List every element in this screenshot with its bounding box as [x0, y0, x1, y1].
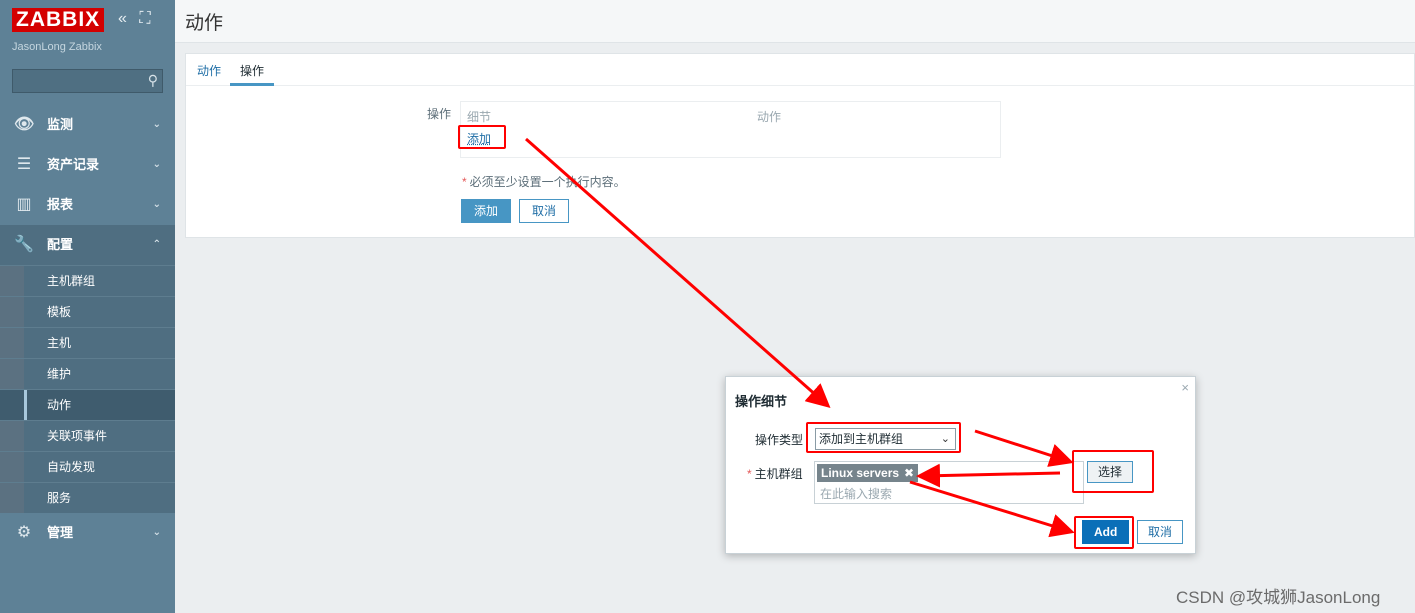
host-group-label-text: 主机群组: [754, 467, 803, 481]
tab-action[interactable]: 动作: [197, 62, 221, 79]
wrench-icon: 🔧: [14, 236, 34, 253]
chevron-down-icon: ⌄: [152, 199, 161, 210]
remove-chip-icon[interactable]: ✖: [904, 466, 914, 480]
cancel-button[interactable]: 取消: [519, 199, 570, 223]
required-note-text: 必须至少设置一个执行内容。: [469, 175, 626, 189]
server-name: JasonLong Zabbix: [12, 41, 102, 53]
operations-label: 操作: [427, 107, 452, 121]
chevron-down-icon: ⌄: [152, 119, 161, 130]
column-header-action: 动作: [757, 110, 782, 124]
close-icon[interactable]: ×: [1181, 380, 1189, 395]
menu-item-administration[interactable]: ⚙ 管理 ⌄: [0, 513, 175, 553]
chevron-up-icon: ⌃: [152, 239, 161, 250]
zabbix-logo[interactable]: ZABBIX: [12, 8, 105, 32]
search-icon[interactable]: ⚲: [148, 72, 158, 89]
selected-group-chip: Linux servers ✖: [817, 464, 919, 482]
annotation-highlight-box: [1072, 450, 1154, 493]
page-header: 动作: [175, 0, 1415, 43]
configuration-submenu: 主机群组 模板 主机 维护 动作 关联项事件 自动发现 服务: [0, 265, 175, 513]
menu-item-label: 监测: [47, 117, 74, 132]
host-group-search-input[interactable]: 在此输入搜索: [820, 485, 892, 502]
submenu-item-hosts[interactable]: 主机: [0, 327, 175, 358]
menu-item-label: 资产记录: [47, 157, 100, 172]
operations-table: 细节 动作 添加: [460, 101, 1001, 158]
list-icon: ☰: [16, 156, 32, 173]
dialog-cancel-button[interactable]: 取消: [1137, 520, 1184, 544]
watermark: CSDN @攻城狮JasonLong: [1176, 588, 1381, 607]
menu-item-label: 配置: [47, 237, 74, 252]
submenu-item-templates[interactable]: 模板: [0, 296, 175, 327]
chevron-down-icon: ⌄: [152, 159, 161, 170]
fullscreen-icon[interactable]: ⛶: [139, 10, 150, 27]
annotation-highlight-box: [1074, 516, 1134, 549]
column-header-details: 细节: [467, 110, 492, 124]
bar-chart-icon: ▥: [16, 196, 32, 213]
chip-label: Linux servers: [821, 466, 900, 480]
submenu-item-actions[interactable]: 动作: [0, 389, 175, 420]
submenu-item-maintenance[interactable]: 维护: [0, 358, 175, 389]
host-group-label: * 主机群组: [747, 465, 803, 482]
sidebar-search-input[interactable]: ⚲: [12, 69, 163, 93]
required-star: *: [747, 467, 752, 481]
menu-item-monitoring[interactable]: 👁 监测 ⌄: [0, 105, 175, 145]
add-button[interactable]: 添加: [461, 199, 512, 223]
menu-item-reports[interactable]: ▥ 报表 ⌄: [0, 185, 175, 225]
gear-icon: ⚙: [16, 524, 32, 541]
menu-item-configuration[interactable]: 🔧 配置 ⌃: [0, 225, 175, 265]
active-tab-indicator: [230, 83, 274, 86]
tab-bar: 动作 操作: [186, 54, 1414, 86]
submenu-item-event-correlation[interactable]: 关联项事件: [0, 420, 175, 451]
required-star: *: [462, 175, 467, 189]
action-form-panel: 动作 操作 操作 细节 动作 添加 * 必须至少设置一个执行内容。 添加 取消: [185, 53, 1415, 238]
submenu-item-services[interactable]: 服务: [0, 482, 175, 513]
sidebar-controls: « ⛶: [118, 10, 159, 28]
main-menu: 👁 监测 ⌄ ☰ 资产记录 ⌄ ▥ 报表 ⌄ 🔧 配置 ⌃ 主机群组 模板 主机…: [0, 105, 175, 553]
chevron-down-icon: ⌄: [152, 527, 161, 538]
collapse-sidebar-icon[interactable]: «: [118, 10, 127, 27]
submenu-item-host-groups[interactable]: 主机群组: [0, 265, 175, 296]
annotation-highlight-box: [806, 422, 961, 453]
menu-item-label: 报表: [47, 197, 74, 212]
tab-operations[interactable]: 操作: [240, 62, 264, 79]
annotation-highlight-box: [458, 125, 506, 149]
page-title: 动作: [185, 13, 224, 34]
operation-details-dialog: 操作细节 × 操作类型 添加到主机群组 ⌄ * 主机群组 Linux server…: [725, 376, 1196, 554]
menu-item-label: 管理: [47, 525, 74, 540]
sidebar: ZABBIX « ⛶ JasonLong Zabbix ⚲ 👁 监测 ⌄ ☰ 资…: [0, 0, 175, 613]
host-group-multiselect[interactable]: Linux servers ✖ 在此输入搜索: [814, 461, 1084, 504]
submenu-item-discovery[interactable]: 自动发现: [0, 451, 175, 482]
menu-item-inventory[interactable]: ☰ 资产记录 ⌄: [0, 145, 175, 185]
dialog-title: 操作细节: [735, 394, 788, 409]
operation-type-label: 操作类型: [755, 433, 804, 447]
eye-icon: 👁: [14, 116, 35, 133]
required-note: * 必须至少设置一个执行内容。: [462, 173, 626, 190]
